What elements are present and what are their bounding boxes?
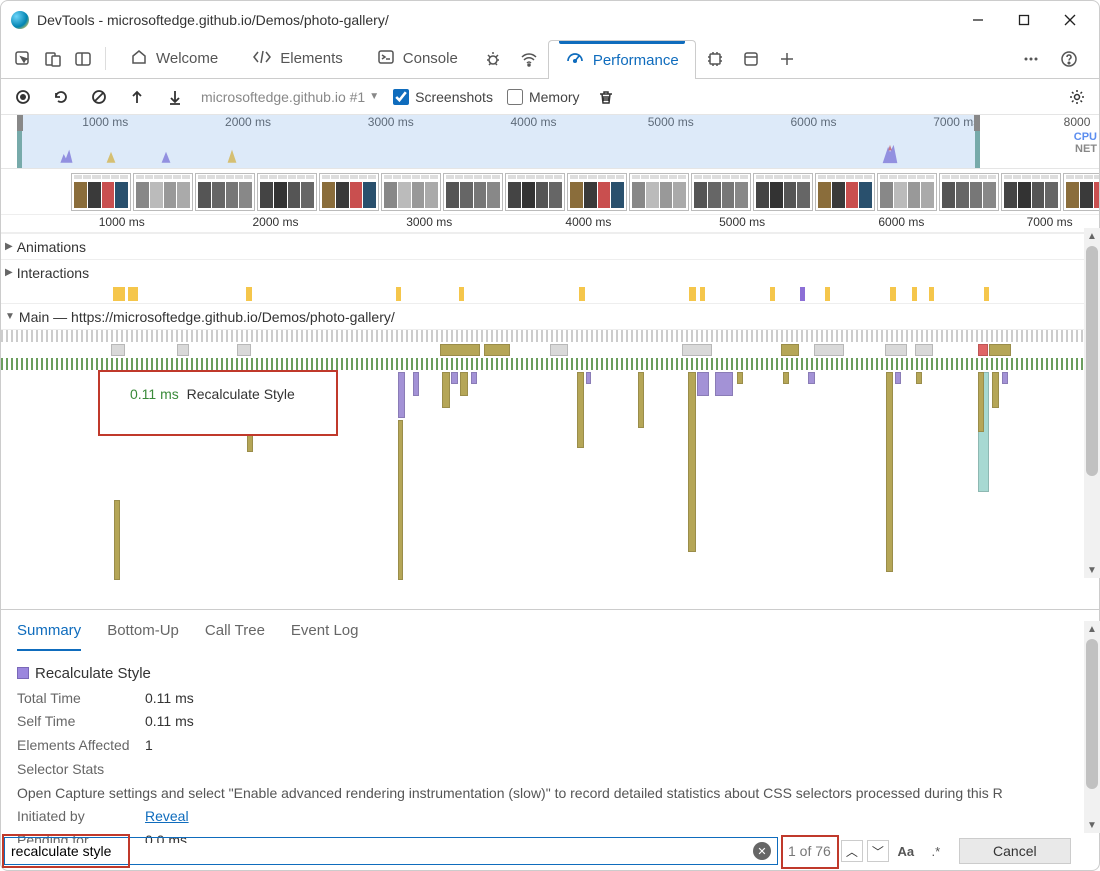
filmstrip-thumb[interactable] bbox=[815, 173, 875, 211]
gc-button[interactable] bbox=[594, 85, 618, 109]
inspect-icon[interactable] bbox=[9, 39, 37, 78]
recording-name: microsoftedge.github.io #1 bbox=[201, 89, 365, 105]
panel-tabstrip: Welcome Elements Console Performance bbox=[1, 39, 1099, 79]
memory-icon[interactable] bbox=[698, 39, 732, 78]
performance-icon bbox=[565, 49, 585, 71]
expand-icon: ▶ bbox=[5, 241, 13, 252]
category-swatch bbox=[17, 667, 29, 679]
window-titlebar: DevTools - microsoftedge.github.io/Demos… bbox=[1, 1, 1099, 39]
summary-panel: Recalculate Style Total Time0.11 ms Self… bbox=[1, 651, 1099, 859]
filmstrip-thumb[interactable] bbox=[753, 173, 813, 211]
tab-label: Console bbox=[403, 50, 458, 67]
overview-timeline[interactable]: 1000 ms 2000 ms 3000 ms 4000 ms 5000 ms … bbox=[1, 115, 1099, 169]
filmstrip-thumb[interactable] bbox=[567, 173, 627, 211]
filmstrip-thumb[interactable] bbox=[1063, 173, 1099, 211]
cancel-button[interactable]: Cancel bbox=[959, 838, 1071, 864]
more-icon[interactable] bbox=[1017, 50, 1045, 68]
screenshots-checkbox[interactable]: Screenshots bbox=[393, 89, 493, 105]
upload-button[interactable] bbox=[125, 85, 149, 109]
tab-summary[interactable]: Summary bbox=[17, 610, 81, 651]
tab-eventlog[interactable]: Event Log bbox=[291, 610, 359, 651]
flame-chart[interactable]: 0.11 ms Recalculate Style bbox=[1, 329, 1099, 609]
tab-label: Performance bbox=[593, 52, 679, 69]
application-icon[interactable] bbox=[734, 39, 768, 78]
search-count: 1 of 76 bbox=[782, 843, 837, 859]
filmstrip-thumb[interactable] bbox=[443, 173, 503, 211]
flame-ruler: 1000 ms 2000 ms 3000 ms 4000 ms 5000 ms … bbox=[1, 215, 1099, 233]
tab-label: Elements bbox=[280, 50, 343, 67]
minimize-button[interactable] bbox=[955, 4, 1001, 36]
search-input-wrap[interactable]: ✕ bbox=[4, 837, 778, 865]
reveal-link[interactable]: Reveal bbox=[145, 808, 189, 824]
home-icon bbox=[130, 48, 148, 70]
maximize-button[interactable] bbox=[1001, 4, 1047, 36]
debug-icon[interactable] bbox=[476, 39, 510, 78]
clear-button[interactable] bbox=[87, 85, 111, 109]
details-tabs: Summary Bottom-Up Call Tree Event Log bbox=[1, 609, 1099, 651]
search-input[interactable] bbox=[11, 843, 753, 859]
track-animations[interactable]: ▶ Animations bbox=[1, 233, 1099, 259]
net-label: NET bbox=[1074, 143, 1097, 155]
interactions-body[interactable] bbox=[1, 285, 1099, 303]
tab-bottomup[interactable]: Bottom-Up bbox=[107, 610, 179, 651]
cpu-label: CPU bbox=[1074, 131, 1097, 143]
recording-dropdown[interactable]: microsoftedge.github.io #1 ▼ bbox=[201, 89, 379, 105]
device-toggle-icon[interactable] bbox=[39, 39, 67, 78]
summary-scrollbar[interactable]: ▲ ▼ bbox=[1084, 621, 1100, 833]
reload-record-button[interactable] bbox=[49, 85, 73, 109]
dock-icon[interactable] bbox=[69, 39, 97, 78]
search-bar: ✕ 1 of 76 ︿ ﹀ Aa .* Cancel bbox=[4, 834, 1096, 868]
flame-tooltip: 0.11 ms Recalculate Style bbox=[98, 370, 338, 436]
console-icon bbox=[377, 48, 395, 70]
filmstrip-thumb[interactable] bbox=[381, 173, 441, 211]
filmstrip-thumb[interactable] bbox=[505, 173, 565, 211]
use-regex[interactable]: .* bbox=[923, 844, 949, 859]
clear-icon[interactable]: ✕ bbox=[753, 842, 771, 860]
match-case[interactable]: Aa bbox=[893, 844, 919, 859]
tab-label: Welcome bbox=[156, 50, 218, 67]
memory-checkbox[interactable]: Memory bbox=[507, 89, 580, 105]
elements-icon bbox=[252, 48, 272, 70]
filmstrip-thumb[interactable] bbox=[319, 173, 379, 211]
tab-performance[interactable]: Performance bbox=[548, 40, 696, 79]
performance-toolbar: microsoftedge.github.io #1 ▼ Screenshots… bbox=[1, 79, 1099, 115]
filmstrip-thumb[interactable] bbox=[257, 173, 317, 211]
tab-welcome[interactable]: Welcome bbox=[114, 39, 234, 78]
filmstrip-thumb[interactable] bbox=[133, 173, 193, 211]
filmstrip-thumb[interactable] bbox=[691, 173, 751, 211]
search-next[interactable]: ﹀ bbox=[867, 840, 889, 862]
settings-icon[interactable] bbox=[1065, 85, 1089, 109]
expand-icon: ▶ bbox=[5, 267, 13, 278]
filmstrip-thumb[interactable] bbox=[195, 173, 255, 211]
selector-hint: Open Capture settings and select "Enable… bbox=[17, 782, 1083, 806]
download-button[interactable] bbox=[163, 85, 187, 109]
tab-calltree[interactable]: Call Tree bbox=[205, 610, 265, 651]
close-button[interactable] bbox=[1047, 4, 1093, 36]
filmstrip-thumb[interactable] bbox=[877, 173, 937, 211]
search-prev[interactable]: ︿ bbox=[841, 840, 863, 862]
add-tab-icon[interactable] bbox=[770, 39, 804, 78]
window-title: DevTools - microsoftedge.github.io/Demos… bbox=[37, 12, 955, 28]
flame-scrollbar[interactable]: ▲ ▼ bbox=[1084, 228, 1100, 578]
filmstrip-thumb[interactable] bbox=[71, 173, 131, 211]
track-interactions[interactable]: ▶ Interactions bbox=[1, 259, 1099, 285]
edge-icon bbox=[11, 11, 29, 29]
tab-console[interactable]: Console bbox=[361, 39, 474, 78]
overview-selection[interactable] bbox=[17, 115, 980, 168]
help-icon[interactable] bbox=[1055, 50, 1083, 68]
event-name: Recalculate Style bbox=[35, 665, 151, 682]
collapse-icon: ▼ bbox=[5, 311, 15, 322]
track-main[interactable]: ▼ Main — https://microsoftedge.github.io… bbox=[1, 303, 1099, 329]
dropdown-icon: ▼ bbox=[369, 91, 379, 102]
network-icon[interactable] bbox=[512, 39, 546, 78]
filmstrip-thumb[interactable] bbox=[1001, 173, 1061, 211]
record-button[interactable] bbox=[11, 85, 35, 109]
filmstrip[interactable] bbox=[1, 169, 1099, 215]
filmstrip-thumb[interactable] bbox=[629, 173, 689, 211]
tab-elements[interactable]: Elements bbox=[236, 39, 359, 78]
filmstrip-thumb[interactable] bbox=[939, 173, 999, 211]
